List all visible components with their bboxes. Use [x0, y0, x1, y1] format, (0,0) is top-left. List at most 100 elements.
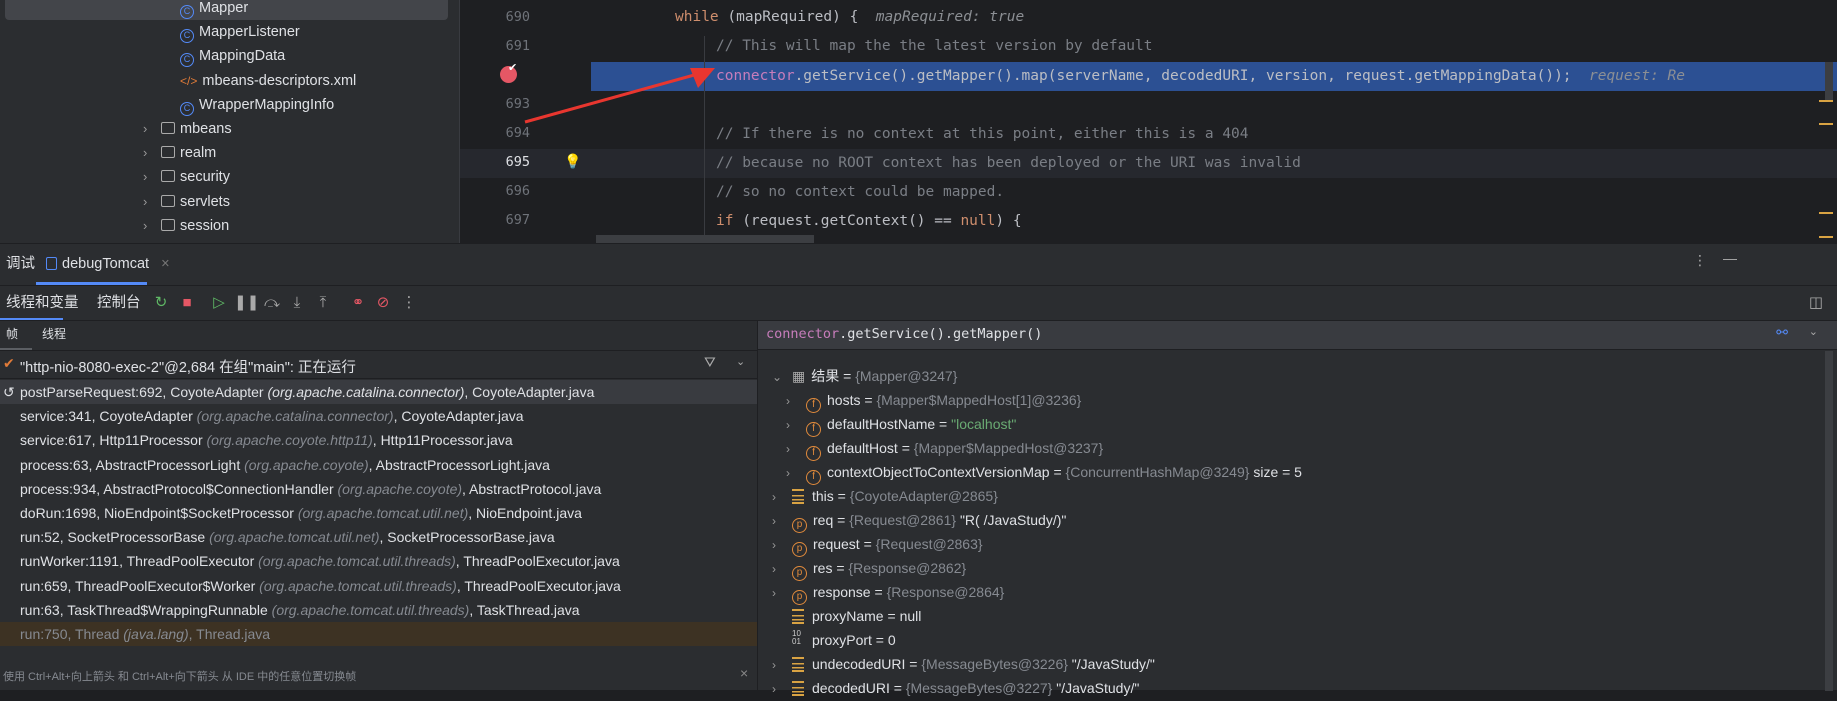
- subtab-threads[interactable]: 线程: [42, 325, 66, 342]
- xml-icon: </>: [180, 73, 198, 88]
- editor-gutter: 690 691 693 694 695 696 697 ✔ 💡: [459, 0, 592, 243]
- stack-frame[interactable]: run:52, SocketProcessorBase (org.apache.…: [0, 525, 757, 549]
- tree-item[interactable]: › servlets: [143, 190, 230, 214]
- tree-item[interactable]: C Mapper: [5, 0, 448, 20]
- chevron-right-icon[interactable]: ›: [143, 190, 161, 214]
- variable-row[interactable]: › decodedURI = {MessageBytes@3227} "/Java…: [772, 676, 1139, 700]
- chevron-down-icon[interactable]: ⌄: [1809, 325, 1818, 338]
- expand-icon[interactable]: ›: [786, 389, 806, 413]
- variable-icon: [792, 609, 804, 624]
- expand-icon[interactable]: ⌄: [772, 365, 792, 389]
- code-line-694: // If there is no context at this point,…: [716, 126, 1249, 142]
- chevron-right-icon[interactable]: ›: [143, 117, 161, 141]
- expand-icon[interactable]: ›: [772, 581, 792, 605]
- code-line-695: // because no ROOT context has been depl…: [591, 149, 1837, 178]
- stack-frame[interactable]: doRun:1698, NioEndpoint$SocketProcessor …: [0, 501, 757, 525]
- expand-icon[interactable]: ›: [772, 533, 792, 557]
- variable-row[interactable]: › f hosts = {Mapper$MappedHost[1]@3236}: [786, 388, 1081, 413]
- resume-icon[interactable]: ▷: [208, 292, 230, 314]
- parameter-icon: p: [792, 542, 807, 557]
- stack-frame[interactable]: process:934, AbstractProtocol$Connection…: [0, 477, 757, 501]
- expand-icon[interactable]: ›: [772, 557, 792, 581]
- variable-row[interactable]: › p req = {Request@2861} "R( /JavaStudy/)": [772, 508, 1066, 533]
- tab-console[interactable]: 控制台: [97, 286, 141, 321]
- variable-row[interactable]: › p response = {Response@2864}: [772, 580, 1004, 605]
- class-icon: C: [180, 101, 194, 116]
- step-over-icon[interactable]: ⤼: [261, 292, 283, 314]
- stack-frame[interactable]: run:659, ThreadPoolExecutor$Worker (org.…: [0, 574, 757, 598]
- expand-icon[interactable]: ›: [772, 677, 792, 701]
- tree-item[interactable]: › session: [143, 214, 229, 238]
- thread-selector[interactable]: ✔ "http-nio-8080-exec-2"@2,684 在组"main":…: [0, 350, 757, 379]
- expand-icon[interactable]: ›: [786, 461, 806, 485]
- debug-tool-window-header: 调试 debugTomcat × ⋮ —: [0, 243, 1837, 285]
- pause-icon[interactable]: ❚❚: [234, 292, 259, 314]
- stack-frame[interactable]: service:617, Http11Processor (org.apache…: [0, 428, 757, 452]
- chevron-right-icon[interactable]: ›: [143, 165, 161, 189]
- more-icon[interactable]: ⋮: [398, 292, 420, 314]
- tree-item[interactable]: C MapperListener: [180, 20, 300, 44]
- tab-debugTomcat[interactable]: debugTomcat ×: [46, 244, 170, 279]
- variable-icon: [792, 489, 804, 504]
- tree-item[interactable]: › mbeans: [143, 117, 232, 141]
- tree-item[interactable]: C WrapperMappingInfo: [180, 93, 334, 117]
- tab-threads-variables[interactable]: 线程和变量: [6, 286, 79, 321]
- step-out-icon[interactable]: ⤒: [312, 292, 334, 314]
- variable-row[interactable]: › f contextObjectToContextVersionMap = {Co…: [786, 460, 1302, 485]
- variable-row[interactable]: › f defaultHost = {Mapper$MappedHost@3237}: [786, 436, 1103, 461]
- add-watch-icon[interactable]: ⚯: [1776, 324, 1788, 341]
- layout-icon[interactable]: ◫: [1805, 292, 1827, 314]
- expand-icon[interactable]: ›: [772, 509, 792, 533]
- tree-item[interactable]: › security: [143, 165, 230, 189]
- line-number: 696: [505, 183, 530, 199]
- mute-breakpoints-icon[interactable]: ⊘: [372, 292, 394, 314]
- expand-icon[interactable]: ›: [786, 413, 806, 437]
- run-config-icon: [46, 257, 57, 270]
- code-line-697: if (request.getContext() == null) {: [716, 213, 1022, 229]
- code-editor[interactable]: while (mapRequired) { mapRequired: true …: [591, 0, 1837, 243]
- expand-icon[interactable]: ›: [772, 485, 792, 509]
- variable-row[interactable]: › undecodedURI = {MessageBytes@3226} "/Ja…: [772, 652, 1155, 676]
- variable-row[interactable]: › p res = {Response@2862}: [772, 556, 966, 581]
- stack-frame[interactable]: service:341, CoyoteAdapter (org.apache.c…: [0, 404, 757, 428]
- lightbulb-icon[interactable]: 💡: [564, 153, 581, 170]
- tree-item[interactable]: C MappingData: [180, 44, 285, 68]
- stop-icon[interactable]: ■: [176, 292, 198, 314]
- expand-icon[interactable]: ›: [786, 437, 806, 461]
- expand-icon[interactable]: ›: [772, 653, 792, 677]
- expression-input[interactable]: connector.getService().getMapper() ⚯ ⌄: [758, 321, 1837, 350]
- close-hint-icon[interactable]: ×: [740, 665, 748, 681]
- package-icon: [161, 194, 175, 207]
- minimize-icon[interactable]: —: [1723, 250, 1737, 266]
- tree-item[interactable]: </> mbeans-descriptors.xml: [180, 69, 356, 93]
- variable-row[interactable]: 10 01 proxyPort = 0: [772, 628, 896, 652]
- chevron-right-icon[interactable]: ›: [143, 141, 161, 165]
- step-into-icon[interactable]: ⤓: [286, 292, 308, 314]
- variable-row[interactable]: › p request = {Request@2863}: [772, 532, 983, 557]
- chevron-down-icon[interactable]: ⌄: [736, 355, 745, 368]
- stack-frame[interactable]: run:750, Thread (java.lang), Thread.java: [0, 622, 757, 646]
- chevron-right-icon[interactable]: ›: [143, 214, 161, 238]
- stack-frame[interactable]: ↺ postParseRequest:692, CoyoteAdapter (or…: [0, 380, 757, 404]
- stack-frame[interactable]: run:63, TaskThread$WrappingRunnable (org…: [0, 598, 757, 622]
- line-number: 697: [505, 212, 530, 228]
- breakpoint-icon[interactable]: ✔: [500, 62, 517, 83]
- view-breakpoints-icon[interactable]: ⚭: [347, 292, 369, 314]
- horizontal-scrollbar[interactable]: [596, 235, 814, 243]
- stack-frame[interactable]: process:63, AbstractProcessorLight (org.…: [0, 453, 757, 477]
- filter-icon[interactable]: ⛛: [704, 354, 716, 371]
- vertical-scrollbar[interactable]: [1825, 62, 1833, 102]
- more-options-icon[interactable]: ⋮: [1693, 252, 1707, 269]
- variable-row[interactable]: › f defaultHostName = "localhost": [786, 412, 1016, 437]
- variable-row[interactable]: › this = {CoyoteAdapter@2865}: [772, 484, 998, 508]
- parameter-icon: p: [792, 590, 807, 605]
- check-icon: ✔: [3, 355, 15, 371]
- close-tab-icon[interactable]: ×: [161, 256, 169, 272]
- subtab-frames[interactable]: 帧: [6, 325, 18, 342]
- stack-frame[interactable]: runWorker:1191, ThreadPoolExecutor (org.…: [0, 549, 757, 573]
- tree-item[interactable]: › realm: [143, 141, 216, 165]
- variable-row[interactable]: proxyName = null: [772, 604, 921, 628]
- variables-scrollbar[interactable]: [1825, 351, 1833, 691]
- variable-row[interactable]: ⌄ ▦ 结果 = {Mapper@3247}: [772, 364, 957, 388]
- rerun-icon[interactable]: ↻: [150, 292, 172, 314]
